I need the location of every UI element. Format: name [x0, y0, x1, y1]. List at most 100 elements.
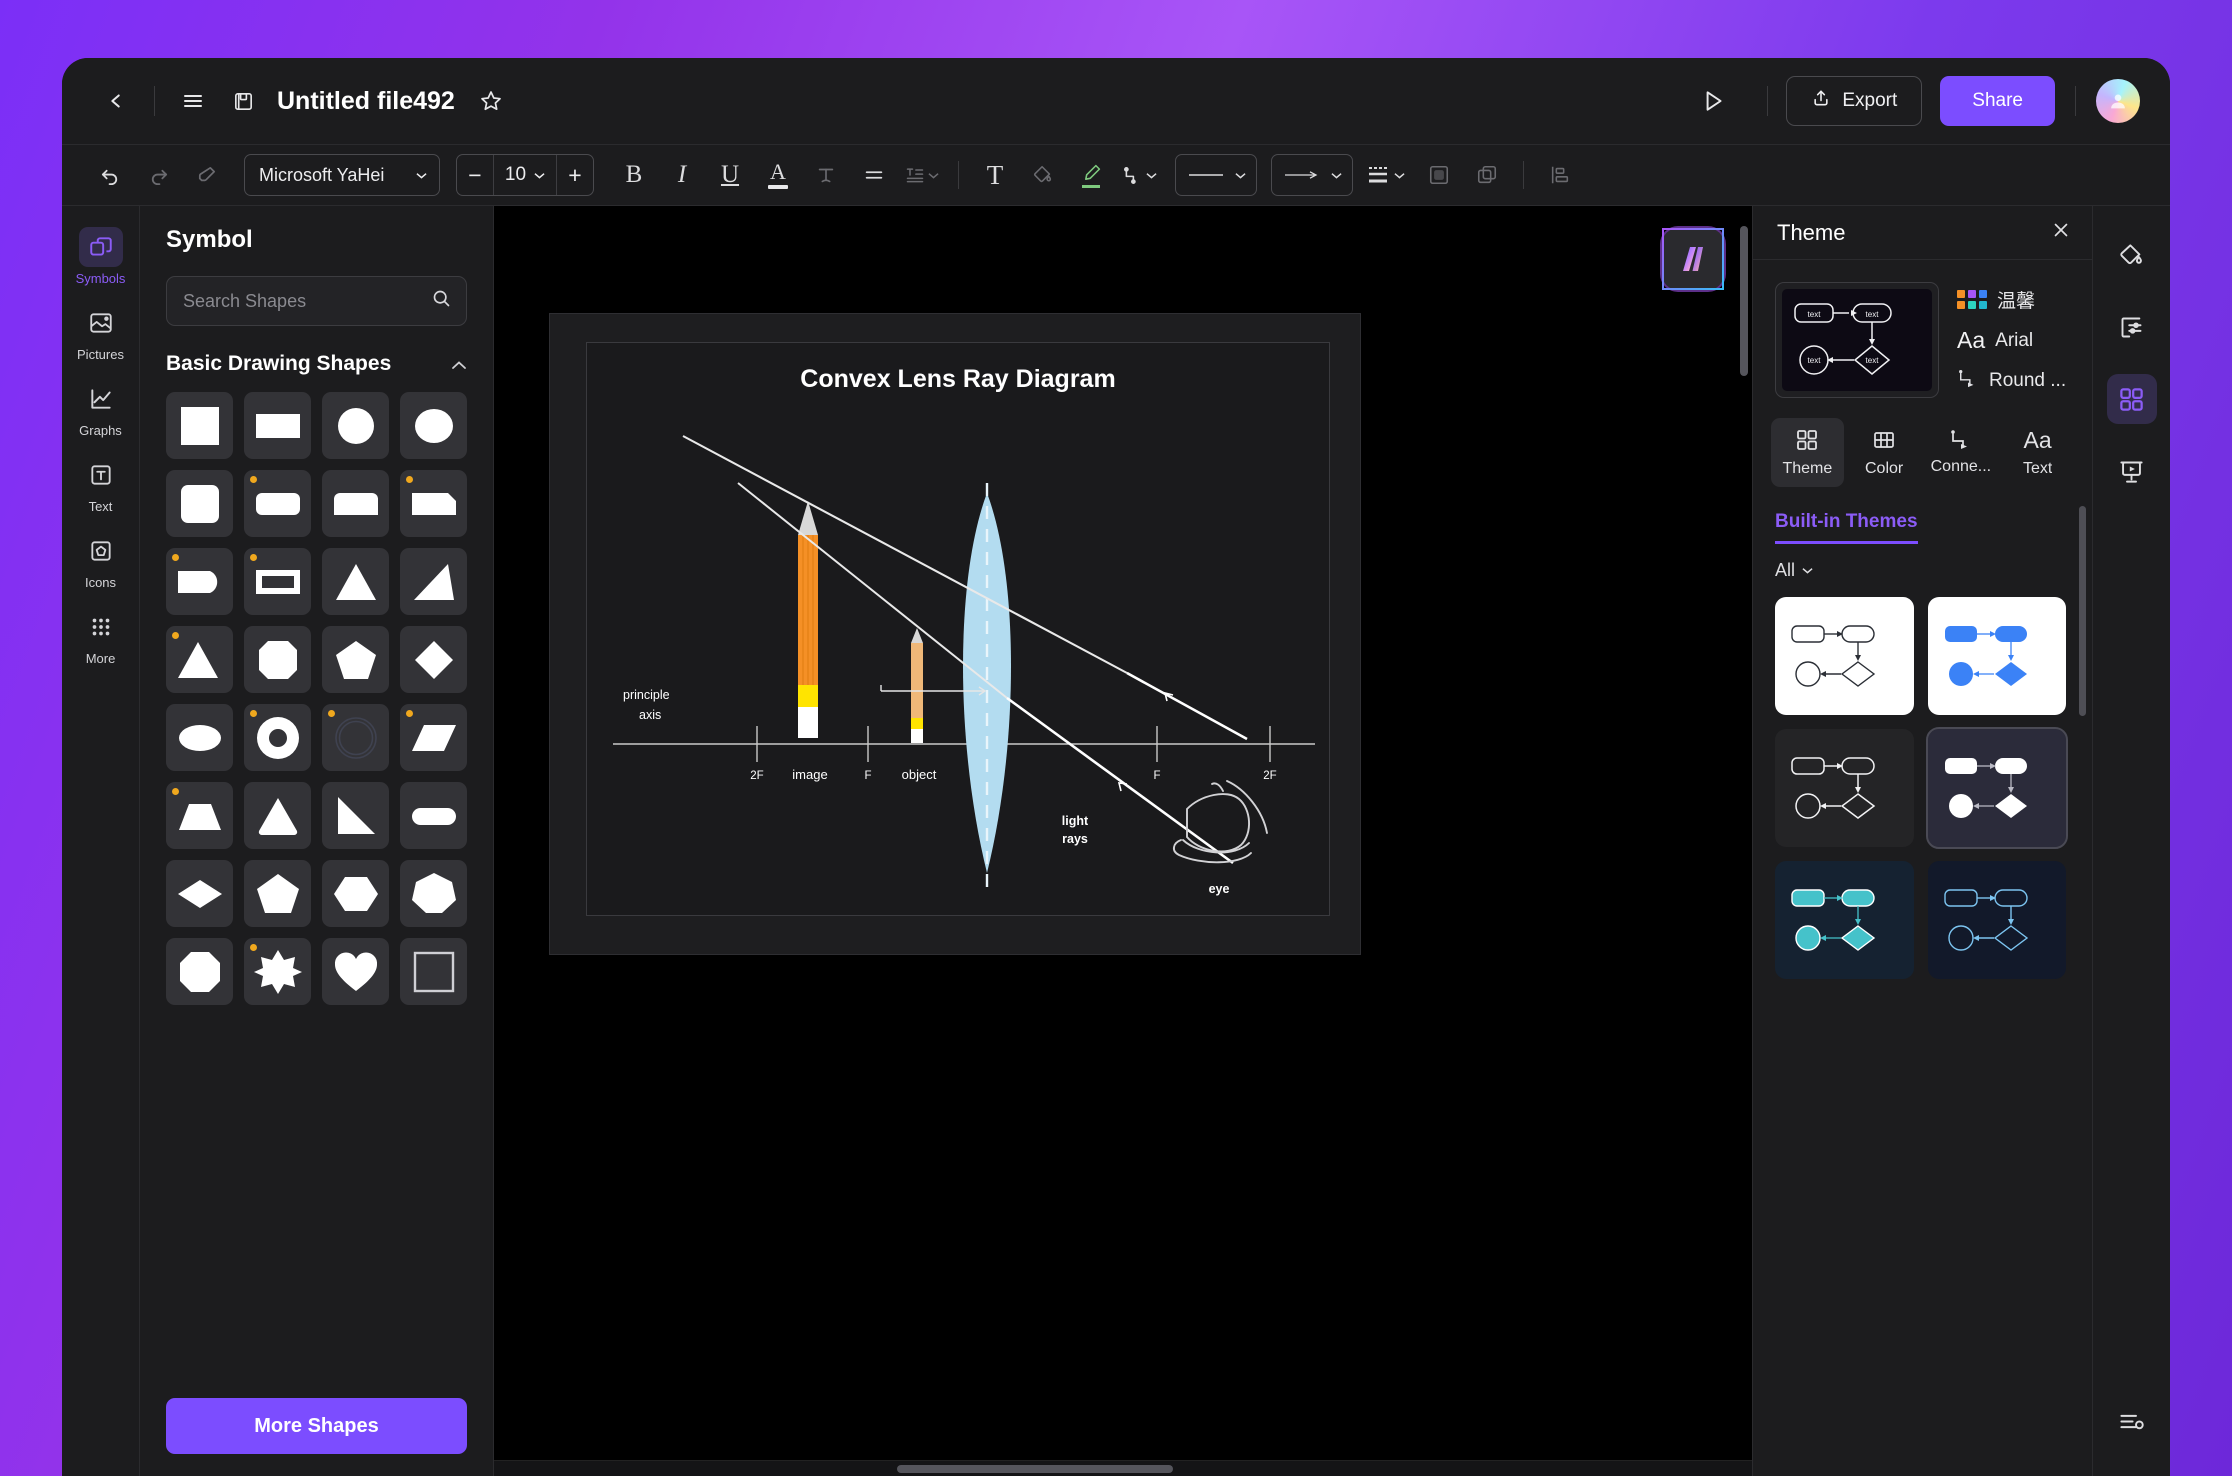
- shape-tile-square[interactable]: [166, 392, 233, 459]
- theme-filter[interactable]: All: [1753, 544, 2092, 593]
- align-objects-button[interactable]: [1538, 153, 1582, 197]
- tab-text[interactable]: Aa Text: [2001, 418, 2074, 487]
- shape-tile-frame-rectangle[interactable]: [244, 548, 311, 615]
- shape-tile-octagon[interactable]: [166, 938, 233, 1005]
- shape-tile-stadium[interactable]: [400, 782, 467, 849]
- sidebar-item-more[interactable]: More: [66, 600, 136, 670]
- shape-tile-rectangle[interactable]: [244, 392, 311, 459]
- sidebar-item-graphs[interactable]: Graphs: [66, 372, 136, 442]
- shape-tile-triangle[interactable]: [322, 548, 389, 615]
- format-painter-button[interactable]: [184, 153, 228, 197]
- tab-theme[interactable]: Theme: [1771, 418, 1844, 487]
- theme-font-row[interactable]: Aa Arial: [1957, 327, 2066, 354]
- shape-tile-pentagon-wide[interactable]: [244, 860, 311, 927]
- shape-tile-rounded-square[interactable]: [166, 470, 233, 537]
- star-icon[interactable]: [471, 81, 511, 121]
- theme-card-dark-white-fill[interactable]: [1925, 727, 2068, 849]
- back-button[interactable]: [96, 81, 136, 121]
- theme-card-light-blue-fill[interactable]: [1927, 597, 2066, 715]
- shape-tile-hexagon[interactable]: [322, 860, 389, 927]
- shape-tile-top-rounded-rectangle[interactable]: [322, 470, 389, 537]
- group-button[interactable]: [1465, 153, 1509, 197]
- textbox-button[interactable]: T: [973, 153, 1017, 197]
- canvas-horizontal-scrollbar[interactable]: [494, 1460, 1752, 1476]
- redo-button[interactable]: [136, 153, 180, 197]
- shape-tile-rounded-rectangle[interactable]: [244, 470, 311, 537]
- arrow-style-select[interactable]: [1271, 154, 1353, 196]
- shape-tile-ellipse[interactable]: [166, 704, 233, 771]
- shape-tile-ellipse-circle[interactable]: [400, 392, 467, 459]
- search-input[interactable]: [183, 290, 431, 312]
- align-button[interactable]: [852, 153, 896, 197]
- scrollbar-thumb[interactable]: [1740, 226, 1748, 376]
- search-shapes-box[interactable]: [166, 276, 467, 326]
- theme-card-navy-blue-line[interactable]: [1927, 861, 2066, 979]
- page-settings-icon[interactable]: [2107, 302, 2157, 352]
- line-spacing-button[interactable]: [900, 153, 944, 197]
- shape-tile-eight-point-star[interactable]: [244, 938, 311, 1005]
- font-color-button[interactable]: A: [756, 153, 800, 197]
- sidebar-item-symbols[interactable]: Symbols: [66, 220, 136, 290]
- theme-grid-icon[interactable]: [2106, 374, 2157, 424]
- theme-card-light-outline[interactable]: [1775, 597, 1914, 715]
- shape-tile-square-outline[interactable]: [400, 938, 467, 1005]
- theme-preview-card[interactable]: text text text text: [1775, 282, 1939, 398]
- shape-tile-flat-diamond[interactable]: [166, 860, 233, 927]
- scrollbar-thumb[interactable]: [896, 1465, 1174, 1473]
- theme-card-navy-teal-fill[interactable]: [1775, 861, 1914, 979]
- line-color-button[interactable]: [1069, 153, 1113, 197]
- avatar[interactable]: [2096, 79, 2140, 123]
- line-style-select[interactable]: [1175, 154, 1257, 196]
- search-icon[interactable]: [431, 288, 452, 314]
- hamburger-menu-icon[interactable]: [173, 81, 213, 121]
- underline-button[interactable]: U: [708, 153, 752, 197]
- theme-panel-scrollbar[interactable]: [2079, 506, 2086, 1460]
- shape-tile-diamond[interactable]: [400, 626, 467, 693]
- builtin-themes-label[interactable]: Built-in Themes: [1775, 511, 1918, 544]
- canvas-vertical-scrollbar[interactable]: [1740, 226, 1748, 1434]
- tab-connector[interactable]: Conne...: [1925, 418, 1998, 487]
- shape-tile-single-round-corner-rect[interactable]: [166, 548, 233, 615]
- shape-tile-heart[interactable]: [322, 938, 389, 1005]
- shape-tile-parallelogram[interactable]: [400, 704, 467, 771]
- fill-bucket-icon[interactable]: [2107, 230, 2157, 280]
- play-icon[interactable]: [1693, 81, 1733, 121]
- font-size-group[interactable]: − 10 +: [456, 154, 594, 196]
- save-disk-icon[interactable]: [223, 81, 263, 121]
- theme-card-dark-outline[interactable]: [1775, 729, 1914, 847]
- font-size-increase[interactable]: +: [557, 155, 593, 195]
- export-button[interactable]: Export: [1786, 76, 1923, 126]
- shape-tile-concentric-circles[interactable]: [322, 704, 389, 771]
- sidebar-item-text[interactable]: Text: [66, 448, 136, 518]
- line-weight-button[interactable]: [1357, 153, 1413, 197]
- fill-color-button[interactable]: [1021, 153, 1065, 197]
- scrollbar-thumb[interactable]: [2079, 506, 2086, 716]
- sidebar-item-pictures[interactable]: Pictures: [66, 296, 136, 366]
- shape-tile-right-triangle-flipped[interactable]: [322, 782, 389, 849]
- shape-tile-right-triangle[interactable]: [400, 548, 467, 615]
- italic-button[interactable]: I: [660, 153, 704, 197]
- undo-button[interactable]: [88, 153, 132, 197]
- bold-button[interactable]: B: [612, 153, 656, 197]
- more-shapes-button[interactable]: More Shapes: [166, 1398, 467, 1454]
- text-effect-button[interactable]: [804, 153, 848, 197]
- connector-style-button[interactable]: [1117, 153, 1161, 197]
- font-family-select[interactable]: Microsoft YaHei: [244, 154, 440, 196]
- shape-tile-circle[interactable]: [322, 392, 389, 459]
- theme-color-scheme-row[interactable]: 温馨: [1957, 286, 2066, 313]
- shape-tile-rounded-triangle[interactable]: [244, 782, 311, 849]
- shape-tile-pentagon[interactable]: [322, 626, 389, 693]
- shape-tile-octagon-square[interactable]: [244, 626, 311, 693]
- diagram-page[interactable]: Convex Lens Ray Diagram principle axis 2…: [550, 314, 1360, 954]
- sidebar-item-icons[interactable]: Icons: [66, 524, 136, 594]
- tab-color[interactable]: Color: [1848, 418, 1921, 487]
- shape-tile-heptagon[interactable]: [400, 860, 467, 927]
- theme-connector-row[interactable]: Round ...: [1957, 368, 2066, 394]
- chevron-up-icon[interactable]: [451, 352, 467, 376]
- font-size-decrease[interactable]: −: [457, 155, 493, 195]
- ai-assistant-icon[interactable]: [1662, 228, 1724, 290]
- shape-tile-corner-cut-rectangle[interactable]: [400, 470, 467, 537]
- presentation-icon[interactable]: [2107, 446, 2157, 496]
- shape-tile-donut[interactable]: [244, 704, 311, 771]
- close-icon[interactable]: [2050, 219, 2072, 246]
